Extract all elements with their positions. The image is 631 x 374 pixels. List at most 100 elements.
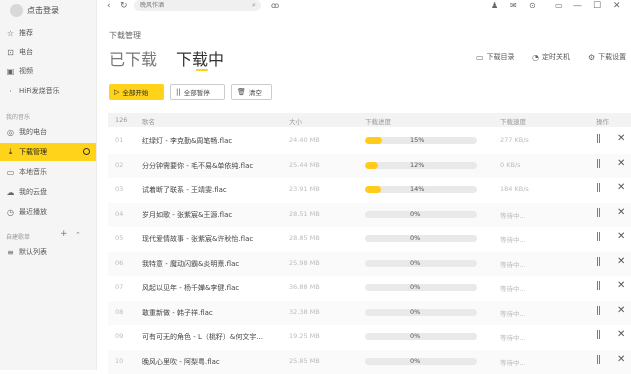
table-row[interactable]: 05 现代爱情故事 - 张紫宸&许秋怡.flac 28.85 MB 0% 等待中… [108, 227, 631, 251]
song-name: 可有可无的角色 - L（桃籽）&何文宇... [142, 333, 264, 341]
file-size: 19.25 MB [289, 332, 320, 340]
table-row[interactable]: 08 敢重新做 - 韩子祥.flac 32.38 MB 0% 等待中... ||… [108, 300, 631, 325]
settings-icon: ⚙ [588, 52, 596, 62]
progress-bar [365, 259, 477, 267]
clear-button[interactable]: 🗑 清空 [231, 84, 272, 100]
remove-row-icon[interactable]: ✕ [617, 305, 625, 316]
row-index: 10 [115, 356, 124, 365]
progress-percent: 0% [410, 234, 421, 242]
playlist-icon: ≡ [7, 247, 14, 257]
file-size: 28.51 MB [289, 209, 320, 218]
remove-row-icon[interactable]: ✕ [617, 207, 625, 218]
message-icon[interactable]: ✉ [510, 0, 517, 12]
progress-percent: 0% [410, 307, 421, 316]
file-size: 25.85 MB [289, 356, 320, 365]
download-settings-button[interactable]: ⚙ 下载设置 [588, 52, 626, 62]
remove-row-icon[interactable]: ✕ [617, 256, 625, 267]
table-row[interactable]: 06 我特意 - 魔动闪霸&炎明熹.flac 25.98 MB 0% 等待中..… [108, 251, 631, 276]
maximize-icon[interactable]: ☐ [593, 0, 601, 12]
start-all-label: 全部开始 [122, 89, 149, 97]
add-playlist-icon[interactable]: + [60, 229, 68, 239]
song-name: 岁月如歌 - 张紫宸&王源.flac [142, 210, 233, 219]
remove-row-icon[interactable]: ✕ [617, 231, 625, 242]
pause-row-icon[interactable]: || [596, 134, 601, 144]
row-index: 05 [115, 234, 124, 242]
sidebar-item-my-radio[interactable]: ◎ 我的电台 [0, 123, 96, 141]
remove-row-icon[interactable]: ✕ [617, 158, 625, 169]
song-name: 分分钟需要你 - 毛不易&单依纯.flac [142, 161, 254, 170]
sidebar-item-local-music[interactable]: ▭ 本地音乐 [0, 163, 96, 181]
collapse-icon[interactable]: ⌃ [75, 231, 81, 239]
timer-shutdown-button[interactable]: ◔ 定时关机 [532, 52, 570, 62]
recent-icon: ◷ [7, 207, 14, 217]
table-row[interactable]: 04 岁月如歌 - 张紫宸&王源.flac 28.51 MB 0% 等待中...… [108, 202, 631, 227]
search-icon[interactable]: ⌕ [252, 0, 256, 11]
pause-row-icon[interactable]: || [596, 257, 601, 267]
sidebar-item-hifi[interactable]: · HiFi发烧音乐 [0, 82, 96, 100]
row-index: 09 [115, 332, 124, 340]
remove-row-icon[interactable]: ✕ [617, 354, 625, 365]
sidebar-item-label: 最近播放 [19, 208, 47, 216]
table-row[interactable]: 02 分分钟需要你 - 毛不易&单依纯.flac 25.44 MB 12% 0 … [108, 153, 631, 178]
progress-bar [365, 210, 477, 218]
pause-row-icon[interactable]: || [596, 208, 601, 218]
pause-all-button[interactable]: || 全部暂停 [170, 84, 225, 100]
download-folder-button[interactable]: ▭ 下载目录 [476, 52, 515, 62]
row-index: 01 [115, 136, 124, 144]
top-bar: ‹ ↻ ⌕ ꝏ ♟ ✉ ⊙ ▭ — ☐ ✕ [97, 0, 631, 14]
start-all-button[interactable]: ▷ 全部开始 [109, 84, 164, 100]
tab-downloading[interactable]: 下载中 [176, 46, 224, 70]
pause-row-icon[interactable]: || [596, 232, 601, 242]
radio-icon: ⊡ [7, 47, 14, 57]
table-row[interactable]: 03 试着断了联系 - 王靖雯.flac 23.91 MB 14% 184 KB… [108, 178, 631, 202]
login-button[interactable]: 点击登录 [10, 4, 59, 17]
voice-search-icon[interactable]: ꝏ [271, 0, 279, 12]
settings-menu-icon[interactable]: ⊙ [529, 0, 536, 12]
sidebar-item-cloud[interactable]: ☁ 我的云盘 [0, 183, 96, 201]
download-speed: 等待中... [500, 334, 526, 342]
tab-downloaded[interactable]: 已下载 [109, 46, 157, 70]
sidebar-item-default-playlist[interactable]: ≡ 默认列表 [0, 243, 96, 261]
pause-row-icon[interactable]: || [596, 306, 601, 316]
file-size: 28.85 MB [289, 234, 320, 242]
pause-row-icon[interactable]: || [596, 355, 601, 365]
sidebar-item-video[interactable]: ▣ 视频 [0, 62, 96, 80]
back-icon[interactable]: ‹ [107, 0, 111, 12]
file-size: 24.40 MB [289, 136, 320, 144]
refresh-icon[interactable]: ↻ [120, 0, 128, 12]
remove-row-icon[interactable]: ✕ [617, 133, 625, 144]
section-playlists: 自建歌单 [6, 234, 31, 241]
search-input[interactable] [134, 0, 261, 11]
download-speed: 等待中... [500, 260, 526, 269]
pause-row-icon[interactable]: || [596, 281, 601, 291]
timer-off-icon: ◔ [532, 52, 539, 62]
file-size: 25.98 MB [289, 258, 320, 267]
sidebar-item-recommend[interactable]: ☆ 推荐 [0, 24, 96, 42]
mini-mode-icon[interactable]: ▭ [555, 0, 563, 12]
remove-row-icon[interactable]: ✕ [617, 280, 625, 291]
table-row[interactable]: 01 红绿灯 - 李克勤&周笔畅.flac 24.40 MB 15% 277 K… [108, 129, 631, 153]
progress-percent: 14% [410, 185, 425, 193]
sidebar-item-download-manager[interactable]: ⤓ 下载管理 [0, 143, 96, 161]
file-size: 23.91 MB [289, 185, 320, 193]
minimize-icon[interactable]: — [573, 0, 582, 12]
pause-row-icon[interactable]: || [596, 183, 601, 193]
table-row[interactable]: 09 可有可无的角色 - L（桃籽）&何文宇... 19.25 MB 0% 等待… [108, 325, 631, 349]
sidebar-item-label: 本地音乐 [19, 168, 47, 176]
column-name[interactable]: 歌名 [142, 116, 155, 126]
table-row[interactable]: 07 风起以见年 - 杨千嬅&李健.flac 36.88 MB 0% 等待中..… [108, 276, 631, 300]
download-speed: 0 KB/s [500, 160, 521, 169]
column-progress: 下载进度 [365, 118, 391, 126]
sidebar-item-radio[interactable]: ⊡ 电台 [0, 43, 96, 61]
row-index: 02 [115, 160, 124, 169]
avatar[interactable] [10, 4, 23, 17]
remove-row-icon[interactable]: ✕ [617, 329, 625, 340]
sidebar-item-recent[interactable]: ◷ 最近播放 [0, 203, 96, 221]
column-size[interactable]: 大小 [289, 116, 302, 126]
remove-row-icon[interactable]: ✕ [617, 182, 625, 193]
skin-icon[interactable]: ♟ [491, 0, 498, 12]
pause-row-icon[interactable]: || [596, 330, 601, 340]
close-icon[interactable]: ✕ [613, 0, 621, 12]
pause-row-icon[interactable]: || [596, 159, 601, 169]
login-label[interactable]: 点击登录 [27, 5, 59, 16]
